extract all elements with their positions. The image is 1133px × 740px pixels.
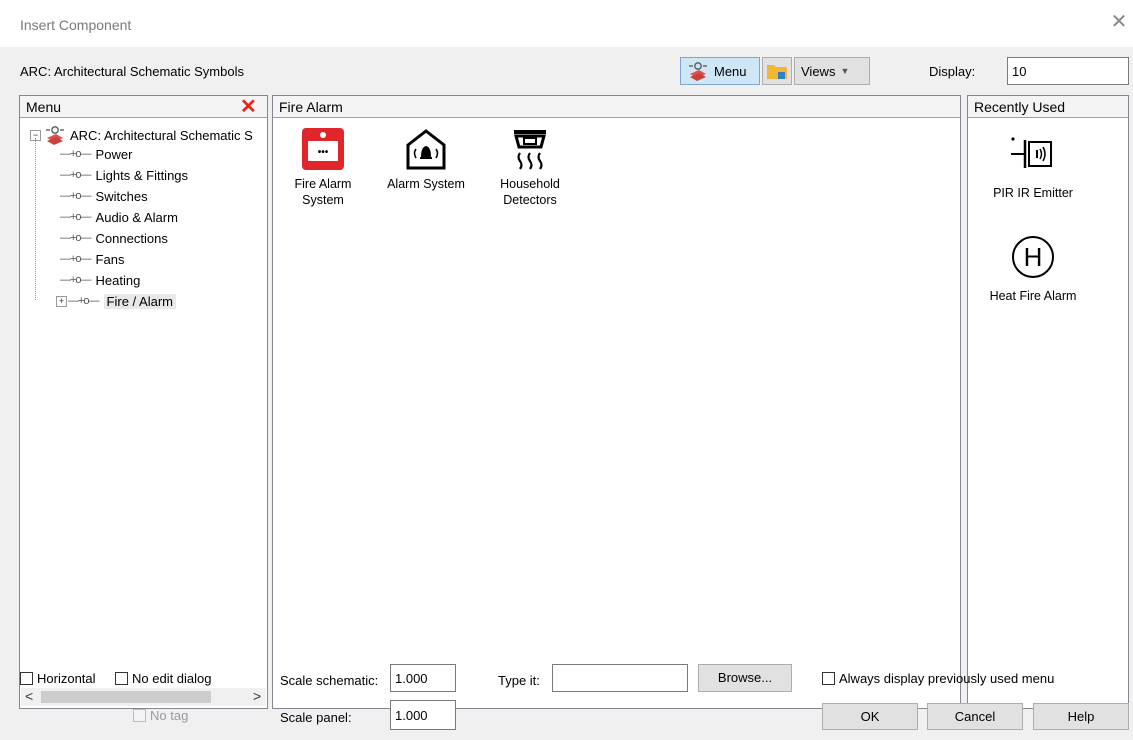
library-name: ARC: Architectural Schematic Symbols — [20, 64, 244, 79]
tree-item-connections[interactable]: —+o— Connections — [60, 228, 168, 248]
tree-item-heating[interactable]: —+o— Heating — [60, 270, 140, 290]
ok-button[interactable]: OK — [822, 703, 918, 730]
leaf-icon: —+o— — [60, 232, 92, 244]
library-icon — [46, 126, 64, 145]
help-button[interactable]: Help — [1033, 703, 1129, 730]
tree-item-fire-alarm[interactable]: + —+o— Fire / Alarm — [56, 291, 177, 311]
recent-item-pir-ir-emitter[interactable]: PIR IR Emitter — [978, 128, 1088, 200]
folder-button[interactable] — [762, 57, 792, 85]
content-panel-header: Fire Alarm — [273, 96, 960, 118]
tree-item-audio-alarm[interactable]: —+o— Audio & Alarm — [60, 207, 178, 227]
menu-panel-header: Menu — [20, 96, 267, 118]
component-label: Alarm System — [387, 177, 465, 191]
scroll-left-icon[interactable]: < — [25, 688, 33, 704]
recent-panel-title: Recently Used — [974, 99, 1066, 115]
tree-item-fans[interactable]: —+o— Fans — [60, 249, 124, 269]
horizontal-scrollbar[interactable]: < > — [21, 688, 266, 706]
type-it-label: Type it: — [498, 673, 540, 688]
cancel-button[interactable]: Cancel — [927, 703, 1023, 730]
tree-root[interactable]: − ARC: Architectural Schematic S — [30, 125, 253, 145]
scale-schematic-label: Scale schematic: — [280, 673, 379, 688]
title-bar — [0, 0, 1133, 47]
recent-item-label: PIR IR Emitter — [993, 186, 1073, 200]
content-panel-title: Fire Alarm — [279, 99, 343, 115]
tree-item-label: Switches — [95, 188, 148, 204]
tree-item-label: Fans — [95, 251, 125, 267]
horizontal-checkbox[interactable]: Horizontal — [20, 671, 96, 686]
household-detectors-icon — [507, 126, 553, 172]
close-menu-icon[interactable]: ✕ — [240, 97, 257, 117]
always-display-checkbox[interactable]: Always display previously used menu — [822, 671, 1054, 686]
expand-icon[interactable]: + — [56, 295, 67, 307]
scale-schematic-input[interactable] — [390, 664, 456, 692]
tree-item-label: Connections — [95, 230, 168, 246]
no-tag-checkbox[interactable]: No tag — [133, 708, 188, 723]
display-label: Display: — [929, 64, 976, 79]
horizontal-label: Horizontal — [37, 671, 96, 686]
menu-button-label: Menu — [714, 63, 747, 79]
menu-panel: Menu ✕ − ARC: Architectural Schematic S … — [19, 95, 268, 709]
scale-panel-input[interactable] — [390, 700, 456, 730]
recent-panel-header: Recently Used — [968, 96, 1128, 118]
recent-panel: Recently Used PIR IR Emitter H Heat Fire… — [967, 95, 1129, 709]
leaf-icon: —+o— — [60, 211, 92, 223]
checkbox-box[interactable] — [133, 709, 146, 722]
tree-item-switches[interactable]: —+o— Switches — [60, 186, 148, 206]
window-title: Insert Component — [20, 17, 132, 33]
menu-icon — [689, 62, 707, 81]
close-icon[interactable]: ✕ — [1110, 11, 1128, 33]
scroll-right-icon[interactable]: > — [253, 688, 261, 704]
recent-item-heat-fire-alarm[interactable]: H Heat Fire Alarm — [978, 231, 1088, 303]
leaf-icon: —+o— — [60, 190, 92, 202]
scale-panel-label: Scale panel: — [280, 710, 352, 725]
leaf-icon: —+o— — [60, 148, 92, 160]
component-household-detectors[interactable]: Household Detectors — [485, 126, 575, 208]
folder-icon — [767, 65, 787, 79]
checkbox-box[interactable] — [115, 672, 128, 685]
pir-ir-emitter-icon — [978, 128, 1088, 180]
component-fire-alarm-system[interactable]: ••• Fire Alarm System — [278, 126, 368, 208]
leaf-icon: —+o— — [68, 295, 100, 307]
tree-item-label: Fire / Alarm — [103, 293, 177, 309]
svg-text:•••: ••• — [318, 147, 329, 158]
tree-item-label: Lights & Fittings — [95, 167, 189, 183]
component-label: Fire Alarm System — [294, 177, 352, 207]
always-display-label: Always display previously used menu — [839, 671, 1055, 686]
no-edit-dialog-label: No edit dialog — [132, 671, 212, 686]
browse-button[interactable]: Browse... — [698, 664, 792, 692]
content-panel: Fire Alarm ••• Fire Alarm System Alarm S… — [272, 95, 961, 709]
checkbox-box[interactable] — [822, 672, 835, 685]
component-label: Household Detectors — [500, 177, 560, 207]
chevron-down-icon: ▼ — [840, 66, 850, 76]
leaf-icon: —+o— — [60, 274, 92, 286]
views-label: Views — [801, 63, 836, 79]
leaf-icon: —+o— — [60, 253, 92, 265]
tree-item-label: Audio & Alarm — [95, 209, 178, 225]
no-edit-dialog-checkbox[interactable]: No edit dialog — [115, 671, 212, 686]
tree-item-label: Heating — [95, 272, 141, 288]
tree-item-label: Power — [95, 146, 133, 162]
checkbox-box[interactable] — [20, 672, 33, 685]
heat-fire-alarm-glyph: H — [1012, 236, 1054, 278]
menu-panel-title: Menu — [26, 99, 62, 115]
display-input[interactable] — [1007, 57, 1129, 85]
tree-item-lights-fittings[interactable]: —+o— Lights & Fittings — [60, 165, 188, 185]
scroll-thumb[interactable] — [41, 691, 211, 703]
component-alarm-system[interactable]: Alarm System — [381, 126, 471, 192]
menu-toggle-button[interactable]: Menu — [680, 57, 760, 85]
recent-item-label: Heat Fire Alarm — [989, 289, 1077, 303]
heat-fire-alarm-icon: H — [978, 231, 1088, 283]
leaf-icon: —+o— — [60, 169, 92, 181]
type-it-input[interactable] — [552, 664, 688, 692]
views-dropdown[interactable]: Views ▼ — [794, 57, 870, 85]
fire-alarm-system-icon: ••• — [300, 126, 346, 172]
tree-root-label: ARC: Architectural Schematic S — [70, 127, 253, 143]
alarm-system-icon — [403, 126, 449, 172]
no-tag-label: No tag — [150, 708, 189, 723]
tree-line — [35, 138, 37, 300]
tree-item-power[interactable]: —+o— Power — [60, 144, 132, 164]
